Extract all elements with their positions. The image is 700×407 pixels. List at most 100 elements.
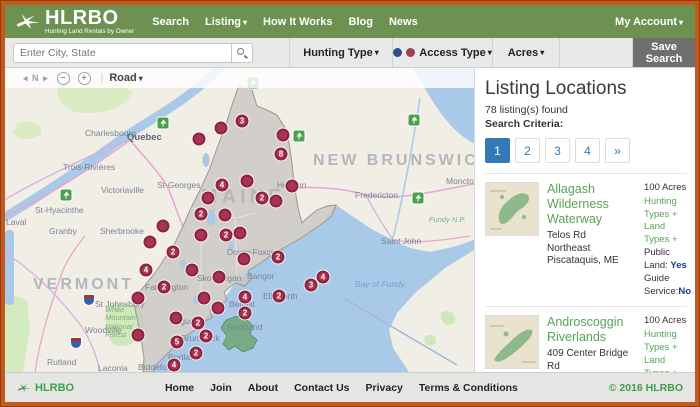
map-marker[interactable]: 2	[195, 208, 208, 221]
nav-item-search[interactable]: Search	[152, 16, 189, 28]
map-marker[interactable]: 2	[200, 330, 213, 343]
map-marker[interactable]	[132, 329, 145, 342]
land-types-link[interactable]: Land Types +	[644, 355, 691, 372]
map-marker[interactable]	[219, 209, 232, 222]
listing-thumbnail[interactable]	[485, 315, 539, 369]
page-frame: HLRBO Hunting Land Rentals by Owner Sear…	[0, 0, 700, 407]
map-marker[interactable]	[241, 175, 254, 188]
pagination-page-1[interactable]: 1	[485, 138, 510, 163]
listing-title-link[interactable]: Androscoggin Riverlands	[547, 315, 639, 345]
footer-link-home[interactable]: Home	[165, 382, 194, 394]
map-marker[interactable]	[170, 312, 183, 325]
zoom-out-button[interactable]: −	[57, 72, 70, 85]
map-marker[interactable]	[195, 229, 208, 242]
main-content: CharlesbourgQuebecTrois-RivièresVictoria…	[5, 68, 695, 372]
map-marker[interactable]	[277, 129, 290, 142]
map-marker[interactable]: 2	[256, 192, 269, 205]
map-marker[interactable]	[193, 133, 206, 146]
map-marker[interactable]: 2	[158, 281, 171, 294]
footer-link-contact-us[interactable]: Contact Us	[294, 382, 349, 394]
map-marker[interactable]	[186, 264, 199, 277]
listing-address1: Telos Rd	[547, 230, 639, 243]
map-marker[interactable]: 3	[305, 279, 318, 292]
map-style-dropdown[interactable]: Road▾	[109, 72, 143, 84]
map-marker[interactable]	[286, 180, 299, 193]
footer-link-terms-conditions[interactable]: Terms & Conditions	[419, 382, 518, 394]
listing-address1: 409 Center Bridge Rd	[547, 348, 639, 372]
footer-brand[interactable]: HLRBO	[17, 382, 74, 394]
chevron-down-icon: ▾	[679, 18, 683, 27]
map-marker[interactable]: 8	[275, 148, 288, 161]
map-marker[interactable]	[144, 236, 157, 249]
map-marker[interactable]	[215, 122, 228, 135]
map-marker[interactable]	[238, 253, 251, 266]
map-marker[interactable]: 2	[190, 347, 203, 360]
map-marker[interactable]: 5	[171, 336, 184, 349]
chevron-down-icon: ▾	[139, 74, 143, 83]
listing-item[interactable]: Androscoggin Riverlands 409 Center Bridg…	[485, 306, 687, 372]
map-marker[interactable]: 2	[239, 307, 252, 320]
map-marker[interactable]: 4	[239, 291, 252, 304]
brand-tagline: Hunting Land Rentals by Owner	[45, 29, 134, 35]
listing-acres: 100 Acres	[644, 182, 691, 195]
guide-service-label: Guide Service:	[644, 273, 678, 297]
map-marker[interactable]	[212, 302, 225, 315]
pagination-page-4[interactable]: 4	[575, 138, 600, 163]
map-marker[interactable]: 4	[216, 179, 229, 192]
footer-link-privacy[interactable]: Privacy	[366, 382, 403, 394]
map-marker[interactable]: 2	[220, 229, 233, 242]
map-marker[interactable]: 4	[317, 271, 330, 284]
filter-bar: Hunting Type▾ Access Type▾ Acres▾ Save S…	[5, 38, 695, 68]
footer: HLRBO Home Join About Contact Us Privacy Term…	[5, 372, 695, 402]
hunting-types-link[interactable]: Hunting Types +	[644, 196, 691, 222]
listing-thumbnail[interactable]	[485, 182, 539, 236]
map-marker[interactable]: 3	[236, 115, 249, 128]
footer-link-about[interactable]: About	[248, 382, 278, 394]
pagination: 1234»	[485, 138, 687, 163]
compass-control[interactable]: ◂ N ▸	[23, 73, 49, 84]
map-marker[interactable]: 4	[140, 264, 153, 277]
public-land-value: Yes	[670, 260, 686, 271]
nav-item-listing[interactable]: Listing▾	[205, 16, 247, 28]
filter-spacer	[560, 38, 633, 67]
listing-item[interactable]: Allagash Wilderness Waterway Telos Rd No…	[485, 173, 687, 306]
search-criteria-label: Search Criteria:	[485, 118, 687, 130]
map-marker[interactable]	[270, 195, 283, 208]
map-marker[interactable]	[132, 292, 145, 305]
brand-logo[interactable]: HLRBO Hunting Land Rentals by Owner	[15, 8, 134, 35]
chevron-down-icon: ▾	[243, 18, 247, 27]
map-marker[interactable]: 2	[273, 290, 286, 303]
nav-item-my-account[interactable]: My Account▾	[615, 16, 683, 28]
land-types-link[interactable]: Land Types +	[644, 221, 691, 247]
zoom-in-button[interactable]: +	[78, 72, 91, 85]
nav-item-news[interactable]: News	[389, 16, 418, 28]
pagination-page-3[interactable]: 3	[545, 138, 570, 163]
chevron-down-icon: ▾	[488, 48, 492, 57]
hunting-type-dropdown[interactable]: Hunting Type▾	[290, 38, 393, 67]
search-input[interactable]	[13, 43, 231, 63]
map-canvas[interactable]: CharlesbourgQuebecTrois-RivièresVictoria…	[5, 68, 474, 372]
footer-link-join[interactable]: Join	[210, 382, 232, 394]
map-marker[interactable]	[198, 292, 211, 305]
pagination-next-button[interactable]: »	[605, 138, 630, 163]
pagination-page-2[interactable]: 2	[515, 138, 540, 163]
access-type-dropdown[interactable]: Access Type▾	[393, 38, 493, 67]
map-marker[interactable]: 2	[192, 317, 205, 330]
nav-item-blog[interactable]: Blog	[349, 16, 373, 28]
map-marker[interactable]: 4	[168, 359, 181, 372]
acres-dropdown[interactable]: Acres▾	[493, 38, 560, 67]
map-marker[interactable]	[234, 227, 247, 240]
top-navbar: HLRBO Hunting Land Rentals by Owner Sear…	[5, 5, 695, 38]
map-marker[interactable]	[202, 192, 215, 205]
access-dot-blue-icon	[393, 48, 402, 57]
search-button[interactable]	[231, 43, 253, 63]
map-marker[interactable]: 2	[167, 246, 180, 259]
footer-links: Home Join About Contact Us Privacy Terms & Co…	[157, 382, 526, 394]
listing-title-link[interactable]: Allagash Wilderness Waterway	[547, 182, 639, 227]
hunting-types-link[interactable]: Hunting Types +	[644, 329, 691, 355]
nav-item-how-it-works[interactable]: How It Works	[263, 16, 332, 28]
map-marker[interactable]: 2	[272, 251, 285, 264]
save-search-button[interactable]: Save Search	[633, 38, 695, 67]
map-marker[interactable]	[157, 220, 170, 233]
map-marker[interactable]	[213, 271, 226, 284]
